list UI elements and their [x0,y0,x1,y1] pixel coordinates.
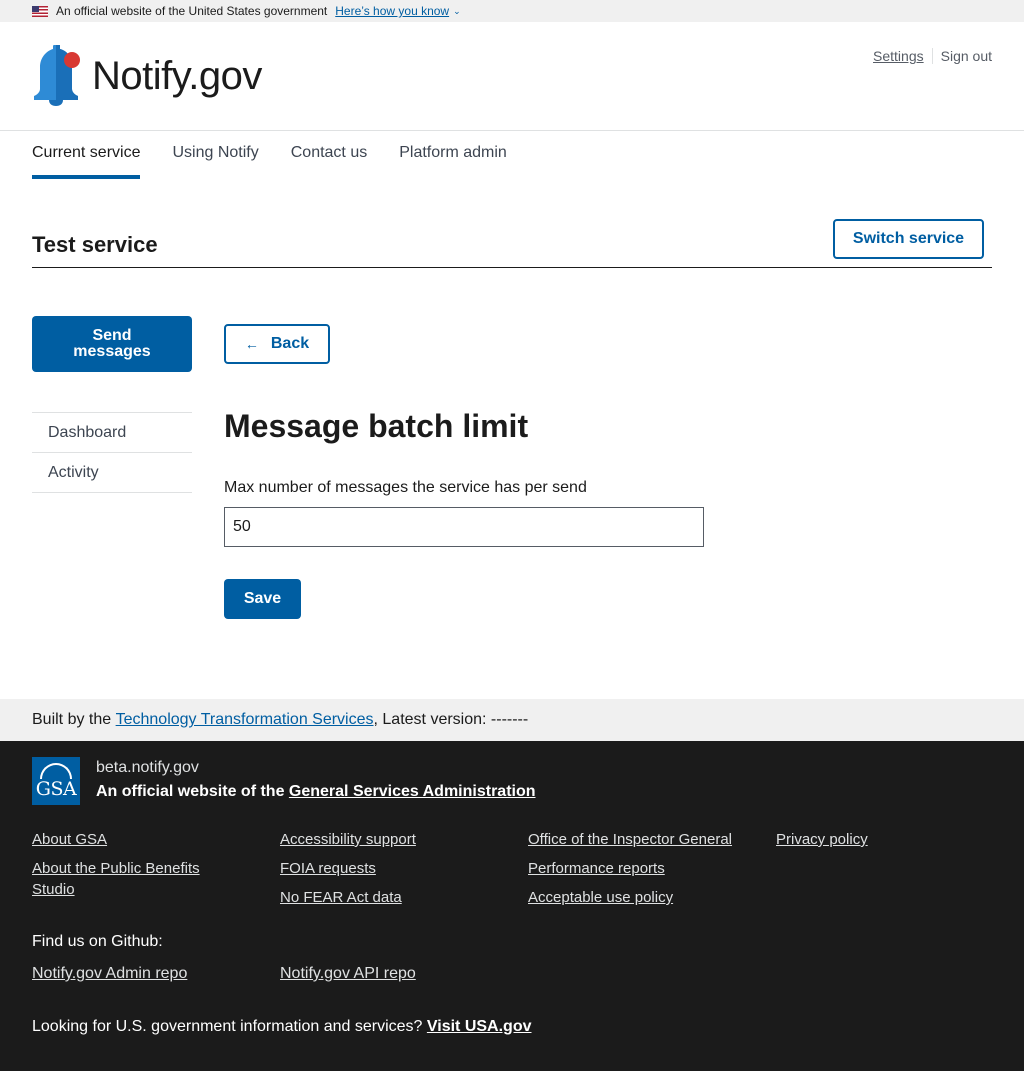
github-title: Find us on Github: [32,933,163,950]
logo-text: Notify.gov [92,53,262,98]
primary-nav: Current service Using Notify Contact us … [32,144,539,179]
gsa-link[interactable]: General Services Administration [289,783,536,800]
send-messages-label: Send messages [73,327,151,360]
footer-link-acceptable-use[interactable]: Acceptable use policy [528,887,673,908]
notify-logo[interactable]: Notify.gov [32,45,262,107]
gov-banner: An official website of the United States… [0,0,1024,22]
send-messages-button[interactable]: Send messages [32,316,192,372]
gsa-logo: GSA [32,757,80,805]
footer-official: An official website of the General Servi… [96,783,536,801]
footer-domain: beta.notify.gov [96,759,199,776]
page-title: Message batch limit [224,408,529,444]
footer-link-accessibility[interactable]: Accessibility support [280,829,416,850]
build-prefix: Built by the [32,711,116,728]
sidebar-item-activity[interactable]: Activity [32,453,192,493]
usa-gov-line: Looking for U.S. government information … [32,1018,532,1036]
batch-limit-label: Max number of messages the service has p… [224,479,587,496]
gsa-logo-arc [40,763,72,779]
github-api-repo-link[interactable]: Notify.gov API repo [280,963,416,984]
build-version: , Latest version: ------- [373,711,529,728]
footer-link-performance[interactable]: Performance reports [528,858,665,879]
account-links: Settings Sign out [873,48,992,64]
sign-out-link[interactable]: Sign out [941,48,992,64]
divider [931,48,933,64]
usa-prefix: Looking for U.S. government information … [32,1018,427,1035]
batch-limit-input[interactable] [224,507,704,547]
gov-banner-text: An official website of the United States… [56,4,328,18]
official-prefix: An official website of the [96,783,289,800]
heres-how-you-know-link[interactable]: Here’s how you know [335,4,449,18]
save-button[interactable]: Save [224,579,301,619]
service-name: Test service [32,232,158,257]
footer-link-foia[interactable]: FOIA requests [280,858,376,879]
footer-link-inspector-general[interactable]: Office of the Inspector General [528,829,732,850]
service-divider [32,267,992,268]
bell-icon [34,45,80,106]
settings-link[interactable]: Settings [873,48,924,64]
nav-current-service[interactable]: Current service [32,144,141,179]
nav-contact-us[interactable]: Contact us [291,144,367,179]
build-info-bar: Built by the Technology Transformation S… [0,699,1024,741]
site-footer: GSA beta.notify.gov An official website … [0,741,1024,1071]
arrow-left-icon: ← [244,336,259,352]
sidebar-item-dashboard[interactable]: Dashboard [32,413,192,453]
back-button[interactable]: ← Back [224,324,330,364]
footer-link-public-benefits-studio[interactable]: About the Public Benefits Studio [32,858,232,900]
gsa-logo-text: GSA [35,778,77,800]
us-flag-icon [32,5,48,17]
footer-link-privacy[interactable]: Privacy policy [776,829,868,850]
switch-service-button[interactable]: Switch service [833,219,984,259]
footer-link-no-fear[interactable]: No FEAR Act data [280,887,402,908]
back-label: Back [270,335,310,352]
tts-link[interactable]: Technology Transformation Services [116,711,374,729]
footer-link-about-gsa[interactable]: About GSA [32,829,107,850]
visit-usa-link[interactable]: Visit USA.gov [427,1018,532,1035]
nav-using-notify[interactable]: Using Notify [172,144,258,179]
sidebar-nav: Dashboard Activity [32,412,192,493]
nav-platform-admin[interactable]: Platform admin [399,144,507,179]
github-admin-repo-link[interactable]: Notify.gov Admin repo [32,963,187,984]
site-header: Notify.gov Settings Sign out [0,22,1024,131]
chevron-down-icon[interactable]: ⌄ [453,6,461,17]
